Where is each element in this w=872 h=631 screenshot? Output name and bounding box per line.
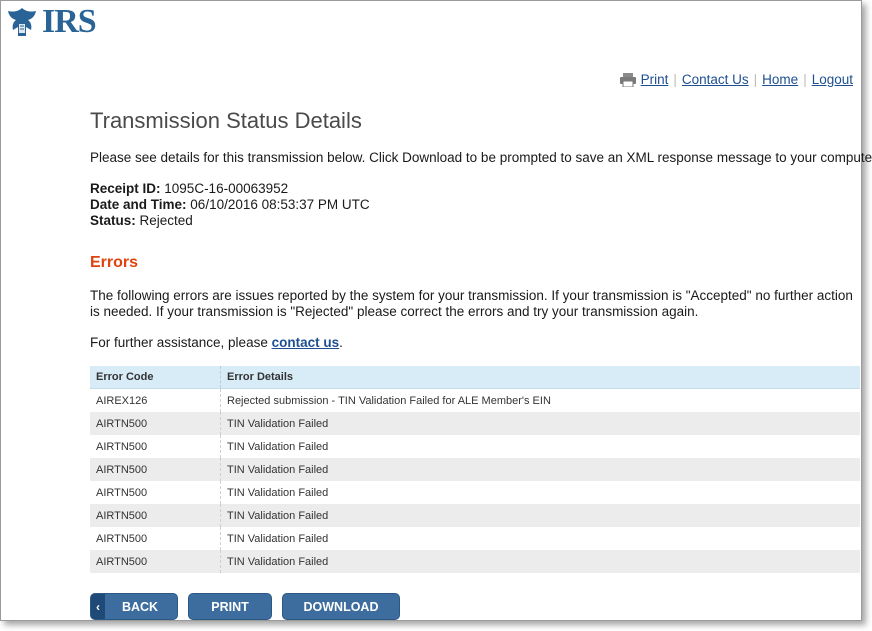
page-window: IRS Print | Contact Us | Home | Logout T… — [0, 0, 872, 621]
datetime-label: Date and Time: — [90, 197, 187, 212]
error-details-cell: TIN Validation Failed — [220, 550, 860, 573]
status-row: Status: Rejected — [90, 213, 370, 229]
table-row: AIREX126 Rejected submission - TIN Valida… — [90, 388, 860, 412]
logout-link[interactable]: Logout — [812, 72, 853, 87]
errors-table: Error Code Error Details AIREX126 Rejecte… — [90, 366, 860, 573]
table-row: AIRTN500 TIN Validation Failed — [90, 527, 860, 550]
page-title: Transmission Status Details — [90, 108, 362, 133]
table-row: AIRTN500 TIN Validation Failed — [90, 481, 860, 504]
column-header-error-details: Error Details — [220, 366, 860, 389]
nav-separator: | — [803, 72, 807, 87]
printer-icon[interactable] — [619, 72, 637, 87]
receipt-value: 1095C-16-00063952 — [164, 181, 289, 196]
table-row: AIRTN500 TIN Validation Failed — [90, 504, 860, 527]
errors-description: The following errors are issues reported… — [90, 288, 853, 319]
download-button[interactable]: DOWNLOAD — [282, 593, 400, 620]
print-button[interactable]: PRINT — [188, 593, 272, 620]
top-navigation: Print | Contact Us | Home | Logout — [619, 72, 853, 87]
irs-logo[interactable]: IRS — [4, 3, 97, 41]
column-header-error-code: Error Code — [90, 366, 221, 389]
error-details-cell: TIN Validation Failed — [220, 412, 860, 435]
nav-separator: | — [753, 72, 758, 87]
back-button-label: BACK — [121, 599, 159, 614]
error-code-cell: AIRTN500 — [90, 435, 221, 458]
nav-separator: | — [673, 72, 677, 87]
receipt-row: Receipt ID: 1095C-16-00063952 — [90, 181, 370, 197]
table-row: AIRTN500 TIN Validation Failed — [90, 412, 860, 435]
assist-prefix: For further assistance, please — [90, 335, 272, 350]
errors-heading: Errors — [90, 254, 139, 271]
status-value: Rejected — [139, 213, 193, 228]
error-code-cell: AIRTN500 — [90, 481, 221, 504]
error-code-cell: AIRTN500 — [90, 458, 221, 481]
action-buttons: ‹ BACK PRINT DOWNLOAD — [90, 593, 400, 620]
table-row: AIRTN500 TIN Validation Failed — [90, 435, 860, 458]
transmission-meta: Receipt ID: 1095C-16-00063952 Date and T… — [90, 181, 370, 229]
contact-us-link[interactable]: Contact Us — [682, 72, 749, 87]
error-details-cell: TIN Validation Failed — [220, 435, 860, 458]
irs-wordmark: IRS — [42, 3, 97, 40]
error-details-cell: Rejected submission - TIN Validation Fai… — [220, 388, 860, 412]
table-row: AIRTN500 TIN Validation Failed — [90, 550, 860, 573]
table-header-row: Error Code Error Details — [90, 366, 860, 389]
error-details-cell: TIN Validation Failed — [220, 458, 860, 481]
datetime-value: 06/10/2016 08:53:37 PM UTC — [190, 197, 370, 212]
receipt-label: Receipt ID: — [90, 181, 161, 196]
error-code-cell: AIRTN500 — [90, 412, 221, 435]
assistance-text: For further assistance, please contact u… — [90, 335, 343, 350]
intro-text: Please see details for this transmission… — [90, 150, 872, 165]
assist-suffix: . — [339, 335, 343, 350]
error-code-cell: AIRTN500 — [90, 527, 221, 550]
contact-us-inline-link[interactable]: contact us — [272, 335, 340, 350]
error-details-cell: TIN Validation Failed — [220, 481, 860, 504]
home-link[interactable]: Home — [762, 72, 798, 87]
chevron-left-icon: ‹ — [91, 594, 105, 619]
print-link[interactable]: Print — [641, 72, 669, 87]
irs-eagle-icon — [8, 8, 36, 36]
datetime-row: Date and Time: 06/10/2016 08:53:37 PM UT… — [90, 197, 370, 213]
status-label: Status: — [90, 213, 136, 228]
error-code-cell: AIRTN500 — [90, 550, 221, 573]
error-details-cell: TIN Validation Failed — [220, 504, 860, 527]
error-code-cell: AIRTN500 — [90, 504, 221, 527]
error-details-cell: TIN Validation Failed — [220, 527, 860, 550]
table-row: AIRTN500 TIN Validation Failed — [90, 458, 860, 481]
error-code-cell: AIREX126 — [90, 388, 221, 412]
back-button[interactable]: ‹ BACK — [90, 593, 178, 620]
